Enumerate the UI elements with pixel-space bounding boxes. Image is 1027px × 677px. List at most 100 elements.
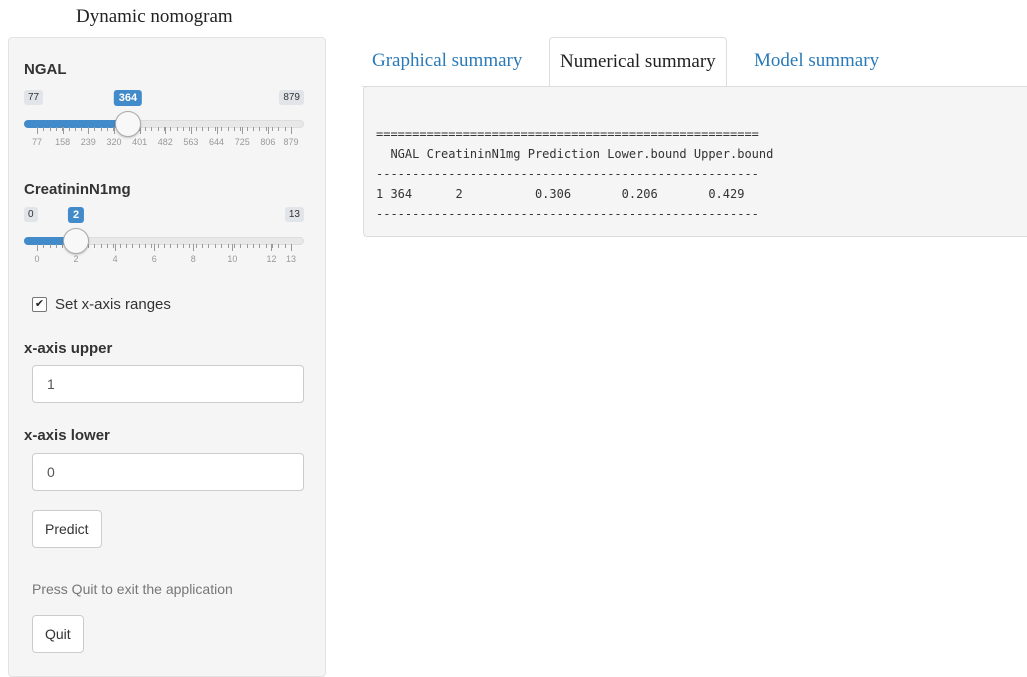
ngal-ticks: [24, 127, 304, 137]
creatinin-minor-tick: [259, 244, 261, 248]
creatinin-minor-tick: [221, 244, 223, 248]
creatinin-minor-tick: [265, 244, 267, 248]
ngal-major-tick: [216, 127, 218, 134]
creatinin-minor-tick: [176, 244, 178, 248]
creatinin-tick-label: 8: [190, 254, 196, 264]
ngal-minor-tick: [195, 127, 197, 131]
output-header: NGAL CreatininN1mg Prediction Lower.boun…: [376, 147, 774, 161]
ngal-minor-tick: [208, 127, 210, 131]
creatinin-minor-tick: [144, 244, 146, 248]
numerical-summary-output: ========================================…: [376, 124, 773, 224]
ngal-minor-tick: [157, 127, 159, 131]
ngal-minor-tick: [259, 127, 261, 131]
creatinin-tick-label: 12: [266, 254, 277, 264]
creatinin-label: CreatininN1mg: [24, 181, 131, 198]
creatinin-minor-tick: [170, 244, 172, 248]
creatinin-tick-label: 2: [73, 254, 79, 264]
creatinin-tick-label: 0: [34, 254, 40, 264]
creatinin-slider[interactable]: 0 13 2 0 2 4 6 8 10 12 13: [24, 207, 304, 285]
creatinin-major-tick: [37, 244, 38, 251]
output-row: 1 364 2 0.306 0.206 0.429: [376, 187, 745, 201]
ngal-minor-tick: [170, 127, 172, 131]
ngal-tick-label: 320: [106, 137, 122, 147]
numerical-summary-panel: ========================================…: [363, 86, 1027, 237]
ngal-minor-tick: [233, 127, 235, 131]
tab-graphical-summary[interactable]: Graphical summary: [362, 37, 532, 85]
ngal-tick-label: 77: [31, 137, 43, 147]
creatinin-minor-tick: [284, 244, 286, 248]
ngal-tick-label: 806: [260, 137, 276, 147]
creatinin-tick-label: 4: [112, 254, 118, 264]
ngal-minor-tick: [94, 127, 96, 131]
ngal-major-tick: [62, 127, 64, 134]
ngal-major-tick: [88, 127, 90, 134]
ngal-minor-tick: [176, 127, 178, 131]
ngal-tick-label: 401: [132, 137, 148, 147]
creatinin-minor-tick: [132, 244, 134, 248]
tab-bar: Graphical summary Numerical summary Mode…: [362, 37, 1027, 87]
ngal-slider-handle[interactable]: [114, 111, 141, 137]
x-axis-upper-input[interactable]: 1: [32, 365, 304, 403]
quit-help-text: Press Quit to exit the application: [32, 581, 233, 597]
set-x-axis-ranges-checkbox[interactable]: ✔: [32, 297, 47, 312]
creatinin-minor-tick: [214, 244, 216, 248]
ngal-max-badge: 879: [279, 90, 304, 105]
ngal-minor-tick: [151, 127, 153, 131]
ngal-min-badge: 77: [24, 90, 44, 105]
ngal-tick-label: 239: [80, 137, 96, 147]
ngal-minor-tick: [265, 127, 267, 131]
ngal-major-tick: [291, 127, 292, 134]
tab-numerical-summary[interactable]: Numerical summary: [549, 37, 727, 87]
creatinin-minor-tick: [100, 244, 102, 248]
creatinin-major-tick: [193, 244, 195, 251]
ngal-minor-tick: [202, 127, 204, 131]
ngal-minor-tick: [284, 127, 286, 131]
ngal-minor-tick: [183, 127, 185, 131]
creatinin-minor-tick: [240, 244, 242, 248]
quit-button[interactable]: Quit: [32, 615, 84, 653]
creatinin-minor-tick: [195, 244, 197, 248]
ngal-minor-tick: [271, 127, 273, 131]
creatinin-tick-labels: 0 2 4 6 8 10 12 13: [24, 254, 304, 266]
ngal-tick-label: 644: [209, 137, 225, 147]
ngal-minor-tick: [81, 127, 83, 131]
creatinin-minor-tick: [202, 244, 204, 248]
creatinin-minor-tick: [151, 244, 153, 248]
creatinin-minor-tick: [252, 244, 254, 248]
ngal-minor-tick: [227, 127, 229, 131]
creatinin-value-badge: 2: [68, 207, 85, 223]
ngal-tick-labels: 77 158 239 320 401 482 563 644 725 806 879: [24, 137, 304, 149]
ngal-value-badge: 364: [113, 90, 143, 106]
creatinin-major-tick: [291, 244, 292, 251]
checkmark-icon: ✔: [34, 298, 45, 310]
set-x-axis-ranges-row[interactable]: ✔ Set x-axis ranges: [32, 296, 171, 313]
x-axis-lower-label: x-axis lower: [24, 427, 110, 444]
creatinin-minor-tick: [183, 244, 185, 248]
creatinin-tick-label: 10: [227, 254, 238, 264]
creatinin-minor-tick: [106, 244, 108, 248]
ngal-tick-label: 482: [157, 137, 173, 147]
x-axis-upper-label: x-axis upper: [24, 340, 113, 357]
creatinin-major-tick: [271, 244, 273, 251]
creatinin-minor-tick: [164, 244, 165, 248]
creatinin-minor-tick: [125, 244, 127, 248]
ngal-minor-tick: [56, 127, 58, 131]
ngal-slider[interactable]: 77 879 364 77 158 239 320 401 482 563 644 725 806…: [24, 90, 304, 168]
predict-button[interactable]: Predict: [32, 510, 102, 548]
ngal-minor-tick: [252, 127, 254, 131]
ngal-minor-tick: [106, 127, 108, 131]
ngal-minor-tick: [43, 127, 45, 131]
x-axis-lower-input[interactable]: 0: [32, 453, 304, 491]
creatinin-minor-tick: [119, 244, 121, 248]
tab-model-summary[interactable]: Model summary: [744, 37, 889, 85]
creatinin-minor-tick: [56, 244, 58, 248]
ngal-minor-tick: [144, 127, 146, 131]
creatinin-tick-label: 6: [151, 254, 157, 264]
ngal-major-tick: [190, 127, 192, 134]
creatinin-minor-tick: [94, 244, 96, 248]
creatinin-minor-tick: [138, 244, 140, 248]
set-x-axis-ranges-label: Set x-axis ranges: [55, 296, 171, 313]
creatinin-slider-handle[interactable]: [63, 228, 90, 254]
creatinin-major-tick: [232, 244, 234, 251]
creatinin-minor-tick: [43, 244, 45, 248]
